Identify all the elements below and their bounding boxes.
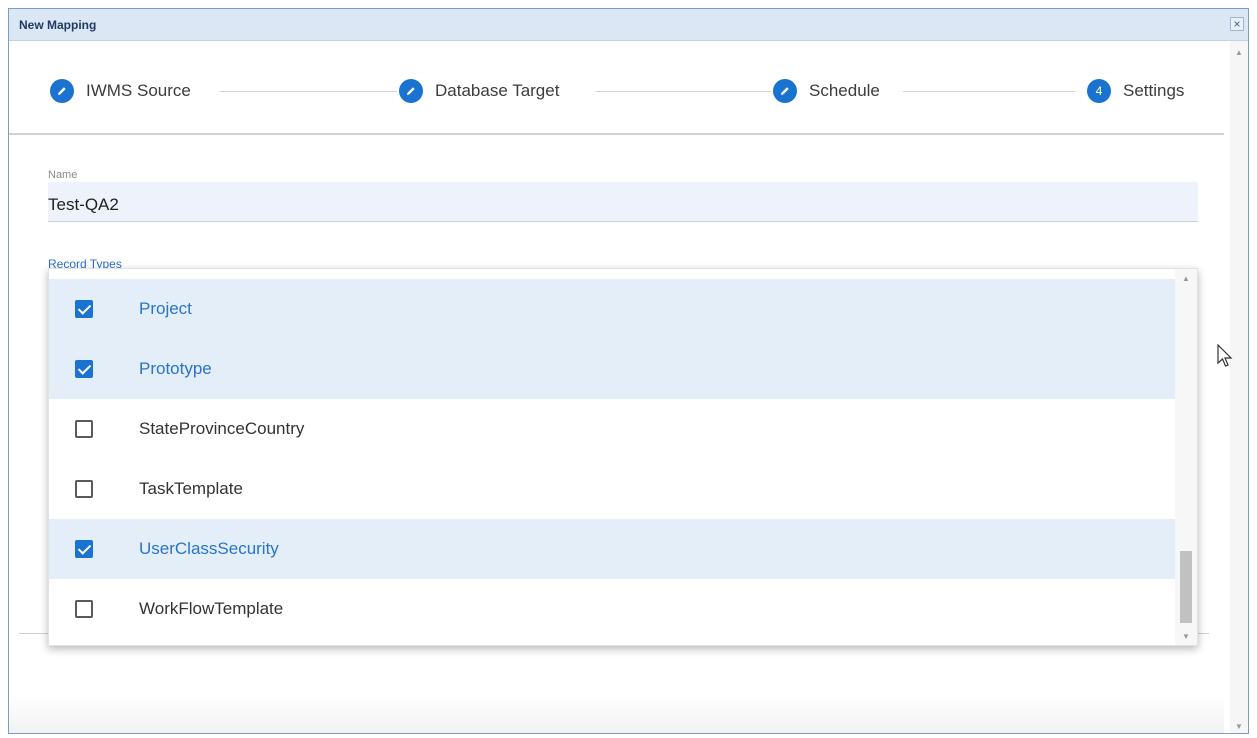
close-button[interactable]: × bbox=[1230, 17, 1244, 31]
checkbox-unchecked[interactable] bbox=[75, 420, 93, 438]
name-input[interactable] bbox=[48, 182, 1198, 222]
option-label: TaskTemplate bbox=[139, 479, 243, 498]
mouse-cursor-icon bbox=[1217, 344, 1233, 367]
option-label: Prototype bbox=[139, 359, 212, 378]
stepper: IWMS Source Database Target Schedule 4 S… bbox=[9, 41, 1224, 133]
dialog-titlebar: New Mapping × bbox=[9, 9, 1248, 41]
checkbox-checked[interactable] bbox=[75, 540, 93, 558]
dropdown-scrollbar[interactable]: ▲ ▼ bbox=[1175, 269, 1197, 645]
scrollbar-thumb[interactable] bbox=[1180, 551, 1192, 623]
checkbox-checked[interactable] bbox=[75, 300, 93, 318]
name-label: Name bbox=[48, 169, 78, 181]
step-connector bbox=[219, 91, 397, 92]
step-connector bbox=[595, 91, 771, 92]
checkbox-checked[interactable] bbox=[75, 360, 93, 378]
scroll-down-icon[interactable]: ▼ bbox=[1175, 629, 1197, 645]
step-connector bbox=[903, 91, 1075, 92]
step-iwms-source[interactable]: IWMS Source bbox=[50, 78, 191, 104]
pencil-icon bbox=[399, 79, 423, 103]
record-type-option[interactable]: WorkFlowTemplate bbox=[49, 579, 1177, 639]
dialog-footer bbox=[9, 695, 1224, 733]
step-settings[interactable]: 4 Settings bbox=[1087, 78, 1184, 104]
step-number-badge: 4 bbox=[1087, 79, 1111, 103]
scroll-down-icon[interactable]: ▼ bbox=[1230, 719, 1248, 733]
checkbox-unchecked[interactable] bbox=[75, 480, 93, 498]
dialog-scrollbar[interactable]: ▲ ▼ bbox=[1230, 41, 1248, 733]
pencil-icon bbox=[773, 79, 797, 103]
option-label: StateProvinceCountry bbox=[139, 419, 305, 438]
record-type-option[interactable]: UserClassSecurity bbox=[49, 519, 1177, 579]
option-label: UserClassSecurity bbox=[139, 539, 279, 558]
record-type-option[interactable]: Prototype bbox=[49, 339, 1177, 399]
record-types-dropdown[interactable]: Project Prototype StateProvinceCountry T… bbox=[48, 268, 1198, 646]
step-schedule[interactable]: Schedule bbox=[773, 78, 880, 104]
record-type-option[interactable]: StateProvinceCountry bbox=[49, 399, 1177, 459]
scroll-up-icon[interactable]: ▲ bbox=[1175, 271, 1197, 287]
step-label: IWMS Source bbox=[86, 81, 191, 100]
step-label: Settings bbox=[1123, 81, 1185, 100]
pencil-icon bbox=[50, 79, 74, 103]
record-type-option[interactable]: Project bbox=[49, 279, 1177, 339]
option-label: Project bbox=[139, 299, 192, 318]
option-label: WorkFlowTemplate bbox=[139, 599, 284, 618]
step-database-target[interactable]: Database Target bbox=[399, 78, 559, 104]
step-label: Schedule bbox=[809, 81, 880, 100]
step-label: Database Target bbox=[435, 81, 560, 100]
scroll-up-icon[interactable]: ▲ bbox=[1230, 45, 1248, 61]
dialog-title: New Mapping bbox=[19, 18, 97, 32]
checkbox-unchecked[interactable] bbox=[75, 600, 93, 618]
record-type-option[interactable]: TaskTemplate bbox=[49, 459, 1177, 519]
